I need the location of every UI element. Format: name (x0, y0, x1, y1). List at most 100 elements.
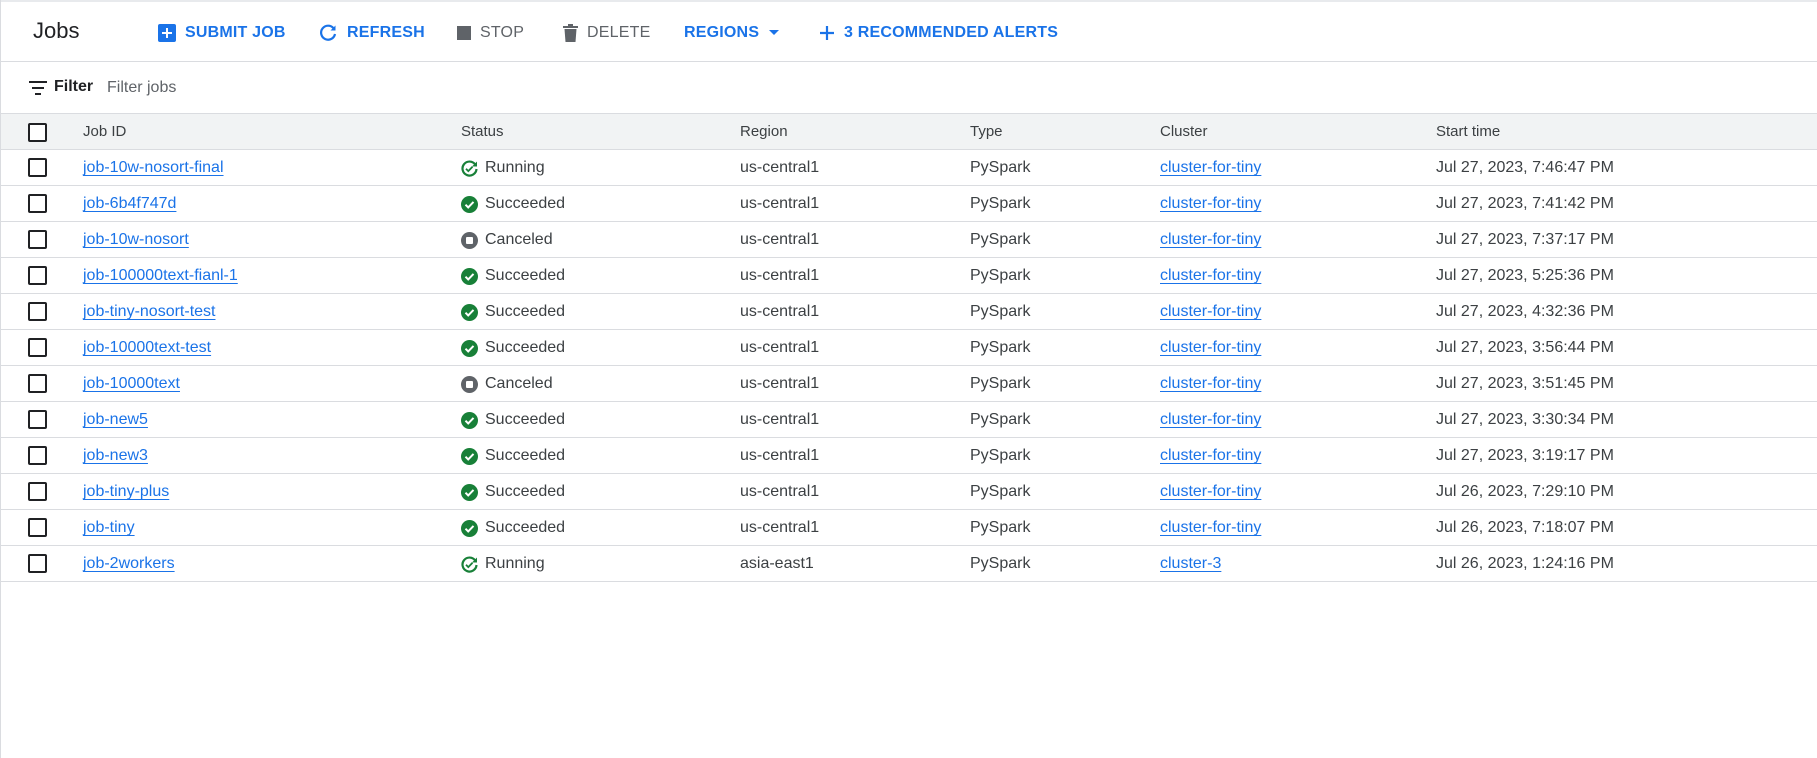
status-label: Canceled (485, 231, 553, 248)
row-checkbox[interactable] (28, 554, 47, 573)
column-header-region[interactable]: Region (740, 123, 788, 140)
job-id-link[interactable]: job-10000text-test (83, 339, 211, 356)
row-checkbox[interactable] (28, 446, 47, 465)
select-all-checkbox[interactable] (28, 123, 47, 142)
cluster-link[interactable]: cluster-for-tiny (1160, 411, 1261, 428)
row-checkbox[interactable] (28, 374, 47, 393)
cluster-link[interactable]: cluster-for-tiny (1160, 267, 1261, 284)
table-body: job-10w-nosort-final Running us-central1… (1, 150, 1817, 582)
row-checkbox[interactable] (28, 338, 47, 357)
filter-jobs-input[interactable] (107, 74, 507, 102)
cluster-link[interactable]: cluster-for-tiny (1160, 231, 1261, 248)
table-row[interactable]: job-10000text Canceled us-central1 PySpa… (1, 366, 1817, 402)
job-id-cell: job-10w-nosort-final (83, 159, 224, 177)
column-header-job-id[interactable]: Job ID (83, 123, 126, 140)
row-checkbox[interactable] (28, 266, 47, 285)
cluster-link[interactable]: cluster-for-tiny (1160, 195, 1261, 212)
job-id-link[interactable]: job-tiny-nosort-test (83, 303, 216, 320)
start-time-cell: Jul 27, 2023, 3:30:34 PM (1436, 411, 1614, 428)
table-row[interactable]: job-new3 Succeeded us-central1 PySpark c… (1, 438, 1817, 474)
status-label: Succeeded (485, 411, 566, 428)
regions-dropdown[interactable]: REGIONS (684, 20, 780, 46)
job-id-link[interactable]: job-100000text-fianl-1 (83, 267, 238, 284)
region-cell: us-central1 (740, 483, 820, 500)
job-id-cell: job-10w-nosort (83, 231, 189, 249)
filter-bar: Filter (1, 63, 1817, 114)
start-time-cell: Jul 27, 2023, 7:41:42 PM (1436, 195, 1614, 212)
table-row[interactable]: job-100000text-fianl-1 Succeeded us-cent… (1, 258, 1817, 294)
table-row[interactable]: job-6b4f747d Succeeded us-central1 PySpa… (1, 186, 1817, 222)
job-id-link[interactable]: job-10w-nosort (83, 231, 189, 248)
row-checkbox[interactable] (28, 230, 47, 249)
cluster-link[interactable]: cluster-for-tiny (1160, 519, 1261, 536)
status-cell: Succeeded (461, 447, 565, 465)
cluster-link[interactable]: cluster-for-tiny (1160, 339, 1261, 356)
column-header-cluster[interactable]: Cluster (1160, 123, 1208, 140)
column-header-start-time[interactable]: Start time (1436, 123, 1500, 140)
table-row[interactable]: job-10w-nosort-final Running us-central1… (1, 150, 1817, 186)
job-id-link[interactable]: job-2workers (83, 555, 175, 572)
recommended-alerts-label: 3 RECOMMENDED ALERTS (844, 24, 1059, 41)
cluster-cell: cluster-for-tiny (1160, 483, 1261, 501)
status-cell: Succeeded (461, 339, 565, 357)
submit-job-button[interactable]: SUBMIT JOB (158, 20, 286, 46)
cluster-link[interactable]: cluster-3 (1160, 555, 1221, 572)
table-row[interactable]: job-tiny-plus Succeeded us-central1 PySp… (1, 474, 1817, 510)
table-row[interactable]: job-10w-nosort Canceled us-central1 PySp… (1, 222, 1817, 258)
table-row[interactable]: job-10000text-test Succeeded us-central1… (1, 330, 1817, 366)
column-header-status[interactable]: Status (461, 123, 504, 140)
job-id-link[interactable]: job-tiny (83, 519, 135, 536)
status-label: Succeeded (485, 195, 566, 212)
job-id-cell: job-tiny-plus (83, 483, 169, 501)
delete-label: DELETE (587, 24, 651, 41)
job-id-cell: job-new5 (83, 411, 148, 429)
row-checkbox[interactable] (28, 482, 47, 501)
add-box-icon (158, 24, 176, 42)
header-toolbar: Jobs SUBMIT JOB REFRESH STOP DELETE REGI… (1, 0, 1817, 62)
job-id-cell: job-tiny-nosort-test (83, 303, 216, 321)
job-id-link[interactable]: job-tiny-plus (83, 483, 169, 500)
job-id-link[interactable]: job-10000text (83, 375, 180, 392)
cluster-link[interactable]: cluster-for-tiny (1160, 447, 1261, 464)
row-checkbox[interactable] (28, 158, 47, 177)
status-label: Succeeded (485, 447, 566, 464)
row-checkbox[interactable] (28, 194, 47, 213)
row-checkbox[interactable] (28, 518, 47, 537)
table-row[interactable]: job-tiny Succeeded us-central1 PySpark c… (1, 510, 1817, 546)
job-id-link[interactable]: job-6b4f747d (83, 195, 176, 212)
cluster-cell: cluster-for-tiny (1160, 231, 1261, 249)
status-label: Succeeded (485, 339, 566, 356)
region-cell: us-central1 (740, 375, 820, 392)
type-cell: PySpark (970, 339, 1031, 356)
job-id-link[interactable]: job-new5 (83, 411, 148, 428)
row-checkbox[interactable] (28, 302, 47, 321)
delete-button[interactable]: DELETE (563, 20, 650, 46)
row-checkbox[interactable] (28, 410, 47, 429)
cluster-link[interactable]: cluster-for-tiny (1160, 159, 1261, 176)
job-id-link[interactable]: job-10w-nosort-final (83, 159, 224, 176)
region-cell: us-central1 (740, 303, 820, 320)
table-row[interactable]: job-2workers Running asia-east1 PySpark … (1, 546, 1817, 582)
type-cell: PySpark (970, 267, 1031, 284)
job-id-link[interactable]: job-new3 (83, 447, 148, 464)
cluster-link[interactable]: cluster-for-tiny (1160, 483, 1261, 500)
job-id-cell: job-6b4f747d (83, 195, 176, 213)
check-circle-icon (461, 447, 478, 465)
table-row[interactable]: job-tiny-nosort-test Succeeded us-centra… (1, 294, 1817, 330)
cluster-link[interactable]: cluster-for-tiny (1160, 375, 1261, 392)
cluster-link[interactable]: cluster-for-tiny (1160, 303, 1261, 320)
cluster-cell: cluster-for-tiny (1160, 159, 1261, 177)
start-time-cell: Jul 26, 2023, 1:24:16 PM (1436, 555, 1614, 572)
refresh-button[interactable]: REFRESH (318, 20, 425, 46)
table-row[interactable]: job-new5 Succeeded us-central1 PySpark c… (1, 402, 1817, 438)
status-label: Succeeded (485, 483, 566, 500)
check-circle-icon (461, 303, 478, 321)
stop-button[interactable]: STOP (457, 20, 524, 46)
recommended-alerts-button[interactable]: 3 RECOMMENDED ALERTS (819, 20, 1058, 46)
cluster-cell: cluster-for-tiny (1160, 303, 1261, 321)
plus-icon (819, 25, 835, 41)
column-header-type[interactable]: Type (970, 123, 1003, 140)
check-circle-icon (461, 267, 478, 285)
start-time-cell: Jul 27, 2023, 3:56:44 PM (1436, 339, 1614, 356)
jobs-page: Jobs SUBMIT JOB REFRESH STOP DELETE REGI… (0, 0, 1817, 758)
